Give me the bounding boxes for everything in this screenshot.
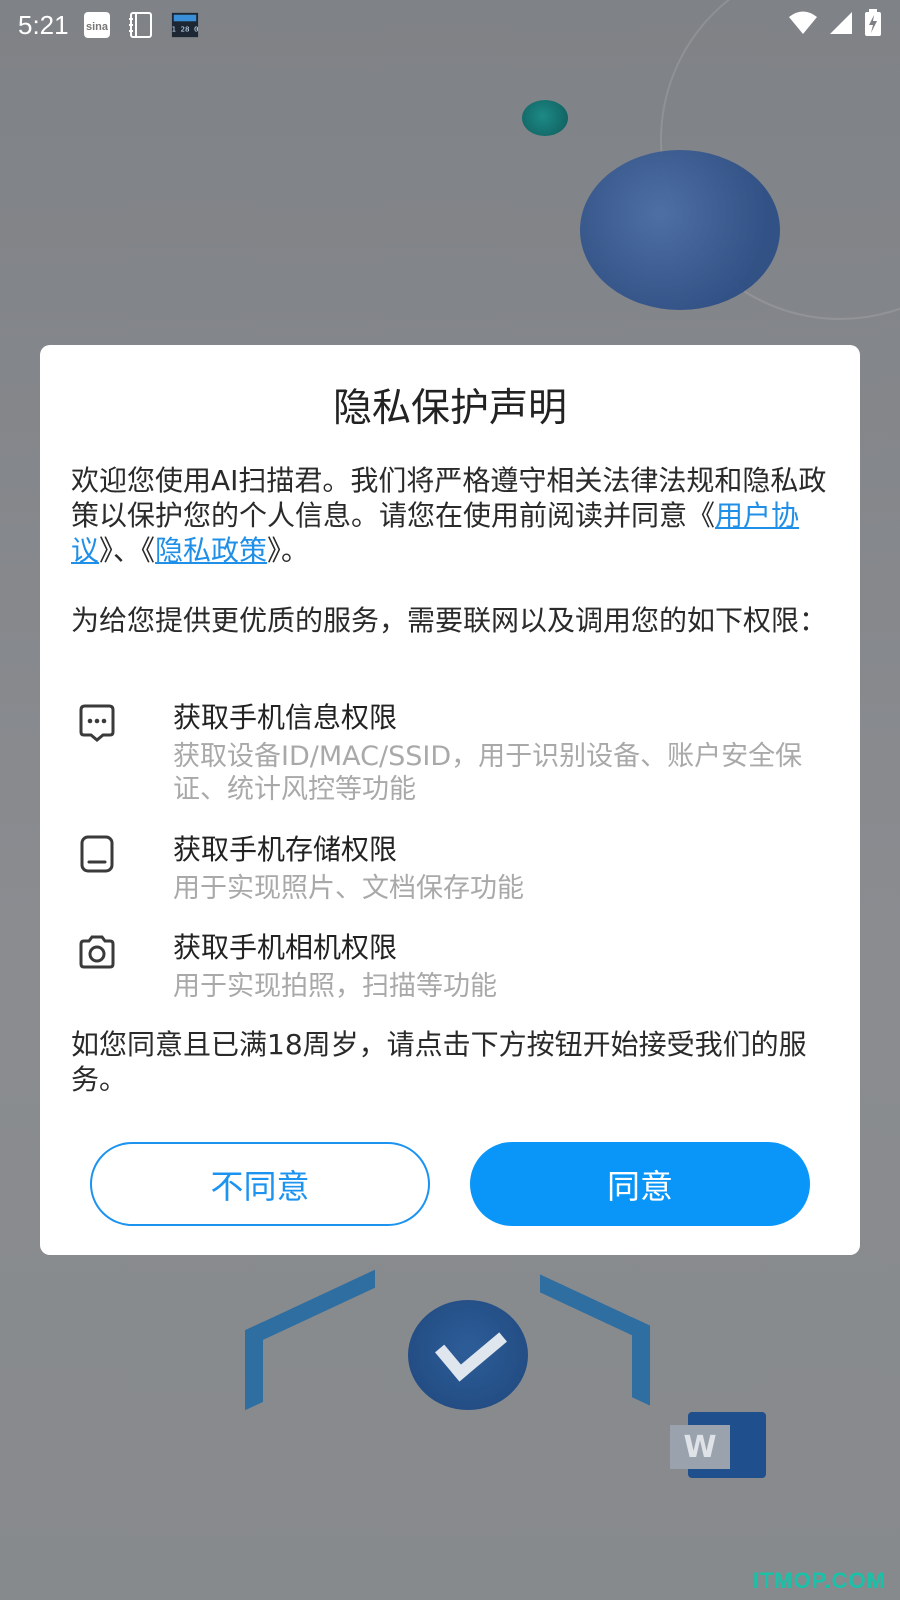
intro-paragraph: 欢迎您使用AI扫描君。我们将严格遵守相关法律法规和隐私政策以保护您的个人信息。请… [71,463,831,568]
decorative-left-chevron [245,1269,375,1411]
watermark: ITMOP.COM [752,1568,886,1593]
cell-signal-icon [828,10,854,40]
permission-title: 获取手机信息权限 [173,701,398,734]
sina-weibo-icon: sina [83,11,111,39]
permission-item-phone-info: 获取手机信息权限 获取设备ID/MAC/SSID，用于识别设备、账户安全保证、统… [71,700,831,805]
dialog-title: 隐私保护声明 [332,386,567,431]
wifi-icon [788,10,818,40]
storage-icon [77,834,117,874]
intro-text-after: 》。 [267,534,310,567]
decorative-check-icon [408,1300,528,1410]
agree-button[interactable]: 同意 [470,1142,810,1226]
decorative-teal-dot [522,100,568,136]
status-bar: 5:21 sina 11 28 03 [0,0,900,50]
intro-text-between: 》、《 [99,534,156,567]
status-right-icons [788,9,882,41]
service-note: 为给您提供更优质的服务，需要联网以及调用您的如下权限： [71,604,828,637]
battery-charging-icon [864,9,882,41]
privacy-dialog: 隐私保护声明 欢迎您使用AI扫描君。我们将严格遵守相关法律法规和隐私政策以保护您… [40,345,860,1255]
permission-description: 用于实现拍照，扫描等功能 [173,971,497,1002]
word-document-icon: W [670,1425,730,1469]
decorative-right-chevron [540,1274,650,1406]
permission-item-storage: 获取手机存储权限 用于实现照片、文档保存功能 [71,832,831,932]
privacy-policy-link[interactable]: 隐私政策 [155,534,267,567]
status-time: 5:21 [18,9,69,40]
notebook-icon [127,11,155,39]
decorative-blue-sphere [580,150,780,310]
permission-title: 获取手机相机权限 [173,931,398,964]
permission-description: 获取设备ID/MAC/SSID，用于识别设备、账户安全保证、统计风控等功能 [173,741,803,805]
svg-text:11 28 03: 11 28 03 [171,25,199,34]
disagree-button[interactable]: 不同意 [90,1142,430,1226]
intro-text-before: 欢迎您使用AI扫描君。我们将严格遵守相关法律法规和隐私政策以保护您的个人信息。请… [71,464,827,532]
permission-title: 获取手机存储权限 [173,833,398,866]
age-note: 如您同意且已满18周岁，请点击下方按钮开始接受我们的服务。 [71,1028,807,1096]
camera-icon [77,932,117,972]
permission-item-camera: 获取手机相机权限 用于实现拍照，扫描等功能 [71,930,831,1030]
clock-widget-icon: 11 28 03 [171,11,199,39]
svg-text:sina: sina [86,21,109,33]
phone-info-icon [77,702,117,742]
permission-description: 用于实现照片、文档保存功能 [173,873,524,904]
